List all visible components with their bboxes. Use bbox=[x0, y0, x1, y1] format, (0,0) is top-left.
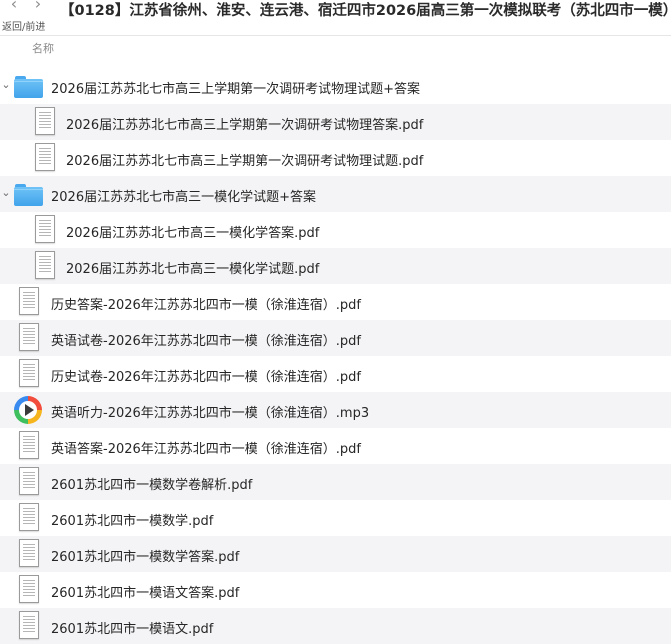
folder-icon bbox=[14, 179, 44, 209]
file-name: 2601苏北四市一模数学.pdf bbox=[51, 514, 214, 529]
audio-file-icon bbox=[14, 395, 44, 425]
pdf-file-icon bbox=[14, 575, 44, 605]
file-name: 历史试卷-2026年江苏苏北四市一模（徐淮连宿）.pdf bbox=[51, 370, 361, 385]
file-name: 2026届江苏苏北七市高三一模化学试题.pdf bbox=[66, 262, 320, 277]
disclosure-chevron-icon[interactable]: ⌄ bbox=[1, 186, 11, 199]
pdf-file-icon bbox=[14, 431, 44, 461]
file-name: 2601苏北四市一模语文答案.pdf bbox=[51, 586, 240, 601]
nav-label: 返回/前进 bbox=[2, 22, 46, 33]
folder-row[interactable]: ⌄ 2026届江苏苏北七市高三一模化学试题+答案 bbox=[0, 176, 671, 212]
file-name: 2601苏北四市一模语文.pdf bbox=[51, 622, 214, 637]
file-row[interactable]: 2026届江苏苏北七市高三上学期第一次调研考试物理答案.pdf bbox=[0, 104, 671, 140]
file-name: 2026届江苏苏北七市高三上学期第一次调研考试物理答案.pdf bbox=[66, 118, 424, 133]
file-row[interactable]: 2601苏北四市一模数学.pdf bbox=[0, 500, 671, 536]
file-name: 英语试卷-2026年江苏苏北四市一模（徐淮连宿）.pdf bbox=[51, 334, 361, 349]
pdf-file-icon bbox=[14, 611, 44, 641]
file-row[interactable]: 2601苏北四市一模语文.pdf bbox=[0, 608, 671, 644]
folder-row[interactable]: ⌄ 2026届江苏苏北七市高三上学期第一次调研考试物理试题+答案 bbox=[0, 68, 671, 104]
toolbar: ‹ › 返回/前进 【0128】江苏省徐州、淮安、连云港、宿迁四市2026届高三… bbox=[0, 0, 671, 36]
file-row[interactable]: 2026届江苏苏北七市高三上学期第一次调研考试物理试题.pdf bbox=[0, 140, 671, 176]
nav-arrows: ‹ › bbox=[8, 0, 44, 13]
file-row[interactable]: 2601苏北四市一模数学卷解析.pdf bbox=[0, 464, 671, 500]
file-name: 英语听力-2026年江苏苏北四市一模（徐淮连宿）.mp3 bbox=[51, 406, 370, 421]
pdf-file-icon bbox=[14, 503, 44, 533]
file-list: ⌄ 2026届江苏苏北七市高三上学期第一次调研考试物理试题+答案 2026届江苏苏北… bbox=[0, 68, 671, 644]
file-row[interactable]: 历史试卷-2026年江苏苏北四市一模（徐淮连宿）.pdf bbox=[0, 356, 671, 392]
pdf-file-icon bbox=[30, 251, 60, 281]
file-row[interactable]: 英语试卷-2026年江苏苏北四市一模（徐淮连宿）.pdf bbox=[0, 320, 671, 356]
pdf-file-icon bbox=[14, 359, 44, 389]
window-title: 【0128】江苏省徐州、淮安、连云港、宿迁四市2026届高三第一次模拟联考（苏北… bbox=[60, 3, 671, 19]
file-name: 2026届江苏苏北七市高三上学期第一次调研考试物理试题+答案 bbox=[51, 82, 420, 97]
file-row[interactable]: 2026届江苏苏北七市高三一模化学答案.pdf bbox=[0, 212, 671, 248]
folder-icon bbox=[14, 71, 44, 101]
file-name: 2601苏北四市一模数学卷解析.pdf bbox=[51, 478, 253, 493]
file-row[interactable]: 历史答案-2026年江苏苏北四市一模（徐淮连宿）.pdf bbox=[0, 284, 671, 320]
column-header-name[interactable]: 名称 bbox=[32, 40, 54, 56]
pdf-file-icon bbox=[30, 143, 60, 173]
file-name: 2601苏北四市一模数学答案.pdf bbox=[51, 550, 240, 565]
file-name: 2026届江苏苏北七市高三一模化学试题+答案 bbox=[51, 190, 316, 205]
file-row[interactable]: 2601苏北四市一模语文答案.pdf bbox=[0, 572, 671, 608]
file-row[interactable]: 英语答案-2026年江苏苏北四市一模（徐淮连宿）.pdf bbox=[0, 428, 671, 464]
pdf-file-icon bbox=[14, 539, 44, 569]
file-name: 2026届江苏苏北七市高三上学期第一次调研考试物理试题.pdf bbox=[66, 154, 424, 169]
pdf-file-icon bbox=[14, 467, 44, 497]
pdf-file-icon bbox=[30, 107, 60, 137]
header-divider bbox=[0, 35, 671, 36]
file-row[interactable]: 英语听力-2026年江苏苏北四市一模（徐淮连宿）.mp3 bbox=[0, 392, 671, 428]
file-row[interactable]: 2026届江苏苏北七市高三一模化学试题.pdf bbox=[0, 248, 671, 284]
chevron-right-icon[interactable]: › bbox=[32, 0, 44, 13]
file-name: 历史答案-2026年江苏苏北四市一模（徐淮连宿）.pdf bbox=[51, 298, 361, 313]
file-name: 2026届江苏苏北七市高三一模化学答案.pdf bbox=[66, 226, 320, 241]
file-name: 英语答案-2026年江苏苏北四市一模（徐淮连宿）.pdf bbox=[51, 442, 361, 457]
pdf-file-icon bbox=[14, 323, 44, 353]
pdf-file-icon bbox=[14, 287, 44, 317]
chevron-left-icon[interactable]: ‹ bbox=[8, 0, 20, 13]
disclosure-chevron-icon[interactable]: ⌄ bbox=[1, 78, 11, 91]
file-row[interactable]: 2601苏北四市一模数学答案.pdf bbox=[0, 536, 671, 572]
pdf-file-icon bbox=[30, 215, 60, 245]
